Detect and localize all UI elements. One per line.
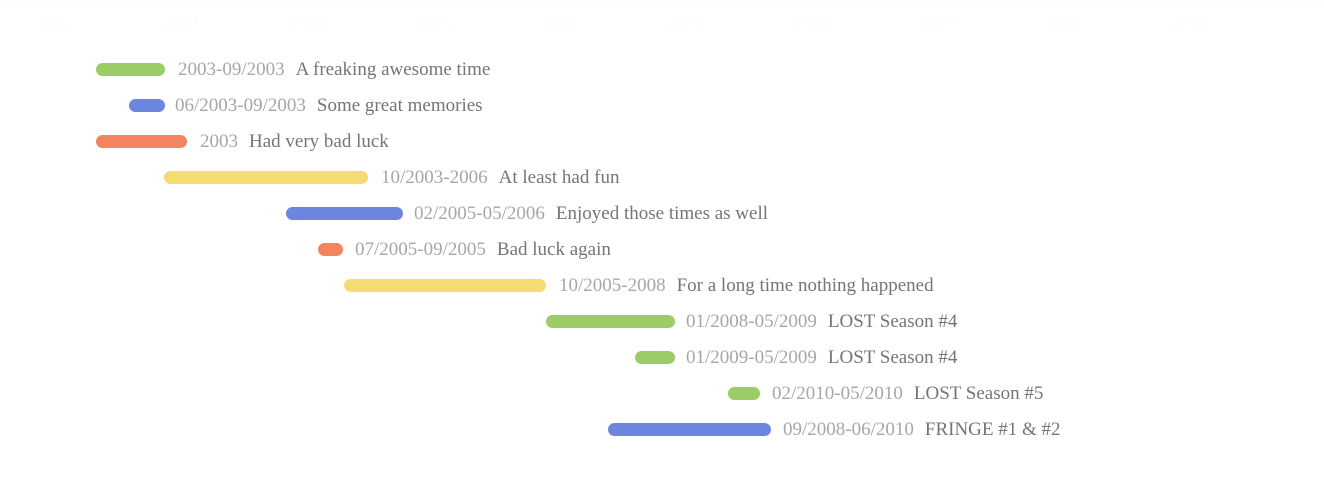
- timeline-bar[interactable]: [728, 387, 760, 400]
- timeline-description: Bad luck again: [496, 239, 611, 260]
- timeline-row[interactable]: 02/2005-05/2006 Enjoyed those times as we…: [0, 196, 1324, 232]
- timeline-bar[interactable]: [164, 171, 368, 184]
- timeline-row[interactable]: 09/2008-06/2010 FRINGE #1 & #2: [0, 412, 1324, 448]
- timeline-date-range: 01/2009-05/2009: [686, 347, 817, 368]
- timeline-row-labels: 02/2010-05/2010 LOST Season #5: [772, 379, 1043, 409]
- timeline-description: Enjoyed those times as well: [555, 203, 769, 224]
- timeline-description: Had very bad luck: [249, 131, 389, 152]
- timeline-description: LOST Season #5: [913, 383, 1044, 404]
- timeline-date-range: 09/2008-06/2010: [783, 419, 914, 440]
- timeline-rows: 2003-09/2003 A freaking awesome time 06/20…: [0, 0, 1324, 502]
- timeline-bar[interactable]: [96, 135, 187, 148]
- timeline-date-range: 2003: [200, 131, 238, 152]
- timeline-bar[interactable]: [608, 423, 771, 436]
- timeline-date-range: 02/2010-05/2010: [772, 383, 903, 404]
- timeline-row[interactable]: 01/2009-05/2009 LOST Season #4: [0, 340, 1324, 376]
- timeline-row[interactable]: 10/2005-2008 For a long time nothing happ…: [0, 268, 1324, 304]
- timeline-row[interactable]: 07/2005-09/2005 Bad luck again: [0, 232, 1324, 268]
- timeline-description: A freaking awesome time: [295, 59, 491, 80]
- timeline-description: Some great memories: [316, 95, 483, 116]
- timeline-row-labels: 06/2003-09/2003 Some great memories: [175, 91, 483, 121]
- timeline-row-labels: 2003-09/2003 A freaking awesome time: [178, 55, 490, 85]
- timeline-row-labels: 02/2005-05/2006 Enjoyed those times as we…: [414, 199, 768, 229]
- timeline-date-range: 2003-09/2003: [178, 59, 285, 80]
- timeline-row-labels: 07/2005-09/2005 Bad luck again: [355, 235, 611, 265]
- timeline-description: LOST Season #4: [827, 347, 958, 368]
- timeline-date-range: 02/2005-05/2006: [414, 203, 545, 224]
- timeline-row[interactable]: 2003-09/2003 A freaking awesome time: [0, 52, 1324, 88]
- timeline-row[interactable]: 02/2010-05/2010 LOST Season #5: [0, 376, 1324, 412]
- timeline-row-labels: 09/2008-06/2010 FRINGE #1 & #2: [783, 415, 1061, 445]
- timeline-description: FRINGE #1 & #2: [924, 419, 1061, 440]
- timeline-date-range: 06/2003-09/2003: [175, 95, 306, 116]
- timeline-description: At least had fun: [498, 167, 620, 188]
- timeline-row-labels: 2003 Had very bad luck: [200, 127, 389, 157]
- timeline-bar[interactable]: [286, 207, 403, 220]
- timeline-row[interactable]: 06/2003-09/2003 Some great memories: [0, 88, 1324, 124]
- timeline-bar[interactable]: [96, 63, 165, 76]
- timeline-row-labels: 01/2008-05/2009 LOST Season #4: [686, 307, 957, 337]
- timeline-row[interactable]: 01/2008-05/2009 LOST Season #4: [0, 304, 1324, 340]
- timeline-row-labels: 01/2009-05/2009 LOST Season #4: [686, 343, 957, 373]
- timeline-date-range: 07/2005-09/2005: [355, 239, 486, 260]
- timeline-row-labels: 10/2005-2008 For a long time nothing happ…: [559, 271, 934, 301]
- timeline-date-range: 10/2005-2008: [559, 275, 666, 296]
- timeline-bar[interactable]: [344, 279, 546, 292]
- timeline-bar[interactable]: [546, 315, 675, 328]
- timeline-row-labels: 10/2003-2006 At least had fun: [381, 163, 619, 193]
- timeline-bar[interactable]: [318, 243, 343, 256]
- timeline-chart: 2002 2003 2004 2005 2006 2007 2008 2009 2010 2011…: [0, 0, 1324, 502]
- timeline-row[interactable]: 2003 Had very bad luck: [0, 124, 1324, 160]
- timeline-date-range: 10/2003-2006: [381, 167, 488, 188]
- timeline-bar[interactable]: [635, 351, 675, 364]
- timeline-row[interactable]: 10/2003-2006 At least had fun: [0, 160, 1324, 196]
- timeline-description: For a long time nothing happened: [676, 275, 934, 296]
- timeline-description: LOST Season #4: [827, 311, 958, 332]
- timeline-date-range: 01/2008-05/2009: [686, 311, 817, 332]
- timeline-bar[interactable]: [129, 99, 165, 112]
